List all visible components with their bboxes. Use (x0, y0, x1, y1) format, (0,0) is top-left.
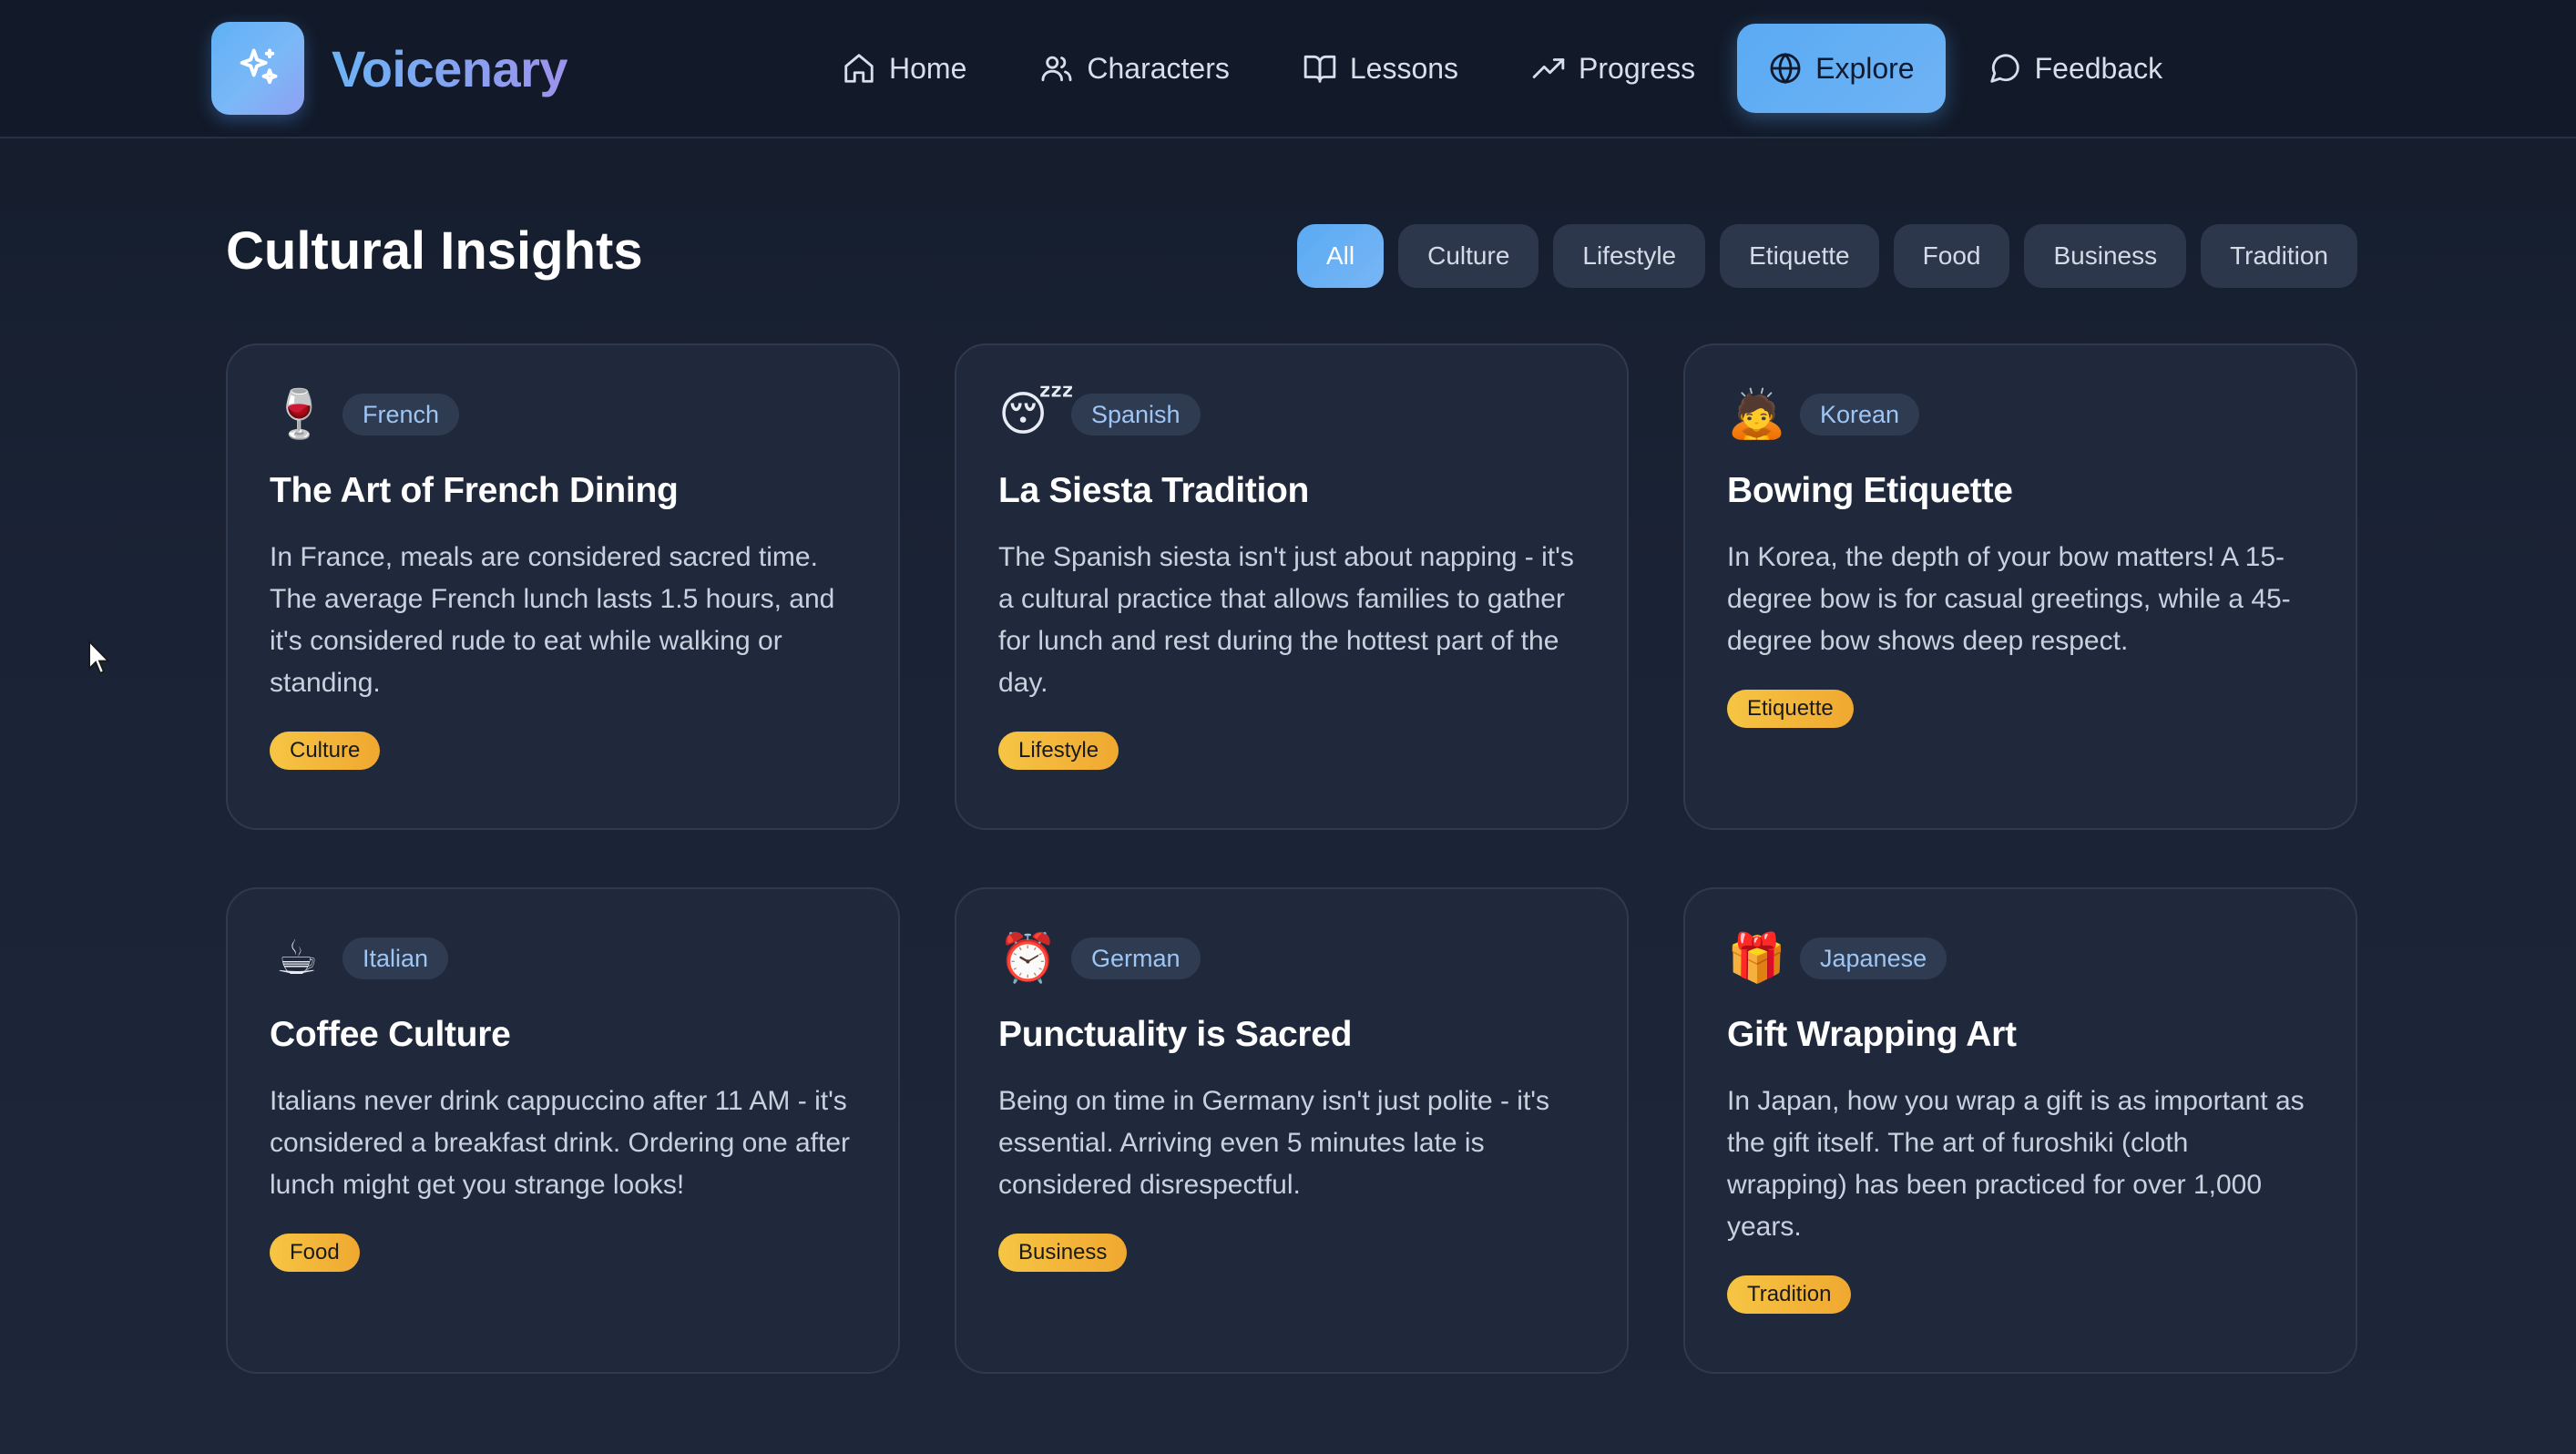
main-nav: Home Characters Lessons Progress Explore… (811, 24, 2204, 113)
insight-card[interactable]: ☕ Italian Coffee Culture Italians never … (226, 887, 900, 1374)
card-title: Punctuality is Sacred (998, 1015, 1353, 1054)
nav-explore-label: Explore (1815, 51, 1915, 85)
nav-characters[interactable]: Characters (1008, 24, 1261, 113)
card-description: In Korea, the depth of your bow matters!… (1727, 542, 2291, 656)
sleeping-face-icon: 😴 (998, 388, 1075, 441)
category-tag: Culture (270, 732, 381, 770)
nav-lessons[interactable]: Lessons (1272, 24, 1489, 113)
category-tag: Etiquette (1727, 690, 1854, 728)
filter-all[interactable]: All (1297, 224, 1385, 288)
insight-card[interactable]: 🎁 Japanese Gift Wrapping Art In Japan, h… (1683, 887, 2357, 1374)
app-root: Voicenary Home Characters Lessons Progre… (0, 0, 2576, 1454)
wine-glass-icon: 🍷 (270, 388, 329, 441)
card-description: The Spanish siesta isn't just about napp… (998, 542, 1574, 698)
users-icon (1041, 56, 1072, 82)
language-badge: German (1071, 937, 1201, 979)
insight-card[interactable]: 🍷 French The Art of French Dining In Fra… (226, 343, 900, 830)
message-circle-icon (1989, 54, 2019, 83)
filter-lifestyle[interactable]: Lifestyle (1553, 224, 1706, 288)
category-filters: All Culture Lifestyle Etiquette Food Bus… (1283, 224, 2357, 288)
insight-card[interactable]: 😴 Spanish La Siesta Tradition The Spanis… (955, 343, 1629, 830)
logo[interactable]: Voicenary (211, 22, 568, 115)
gift-icon: 🎁 (1727, 932, 1786, 985)
card-title: The Art of French Dining (270, 471, 679, 510)
nav-characters-label: Characters (1087, 51, 1230, 85)
nav-lessons-label: Lessons (1349, 51, 1459, 85)
nav-progress[interactable]: Progress (1500, 24, 1726, 113)
card-title: La Siesta Tradition (998, 471, 1310, 510)
filter-business[interactable]: Business (2024, 224, 2187, 288)
language-badge: Spanish (1071, 394, 1201, 435)
nav-feedback-label: Feedback (2034, 51, 2163, 85)
card-description: In France, meals are considered sacred t… (270, 542, 835, 698)
language-badge: Italian (342, 937, 449, 979)
card-description: Italians never drink cappuccino after 11… (270, 1086, 851, 1200)
alarm-clock-icon: ⏰ (998, 932, 1058, 985)
page-title: Cultural Insights (226, 221, 643, 281)
nav-home-label: Home (889, 51, 967, 85)
sparkles-icon (211, 22, 304, 115)
top-header: Voicenary Home Characters Lessons Progre… (0, 0, 2576, 138)
language-badge: Japanese (1800, 937, 1947, 979)
card-title: Bowing Etiquette (1727, 471, 2013, 510)
language-badge: Korean (1800, 394, 1920, 435)
category-tag: Lifestyle (998, 732, 1119, 770)
category-tag: Food (270, 1234, 360, 1272)
nav-explore[interactable]: Explore (1737, 24, 1946, 113)
book-open-icon (1303, 55, 1336, 83)
globe-icon (1770, 52, 1801, 85)
filter-culture[interactable]: Culture (1398, 224, 1539, 288)
language-badge: French (342, 394, 460, 435)
category-tag: Business (998, 1234, 1128, 1272)
insight-card[interactable]: 🙇 Korean Bowing Etiquette In Korea, the … (1683, 343, 2357, 830)
filter-food[interactable]: Food (1893, 224, 2010, 288)
card-title: Gift Wrapping Art (1727, 1015, 2017, 1054)
insight-card[interactable]: ⏰ German Punctuality is Sacred Being on … (955, 887, 1629, 1374)
coffee-cup-icon: ☕ (275, 932, 319, 985)
filter-tradition[interactable]: Tradition (2201, 224, 2357, 288)
nav-home[interactable]: Home (811, 24, 997, 113)
filter-etiquette[interactable]: Etiquette (1720, 224, 1879, 288)
app-name: Voicenary (332, 39, 568, 97)
bowing-person-icon: 🙇 (1727, 388, 1786, 441)
card-description: Being on time in Germany isn't just poli… (998, 1086, 1550, 1200)
trending-up-icon (1532, 58, 1565, 78)
card-title: Coffee Culture (270, 1015, 511, 1054)
nav-progress-label: Progress (1579, 51, 1696, 85)
home-icon (844, 54, 874, 83)
mouse-cursor-icon (88, 640, 111, 675)
card-description: In Japan, how you wrap a gift is as impo… (1727, 1086, 2305, 1242)
nav-feedback[interactable]: Feedback (1957, 24, 2194, 113)
category-tag: Tradition (1727, 1275, 1852, 1314)
